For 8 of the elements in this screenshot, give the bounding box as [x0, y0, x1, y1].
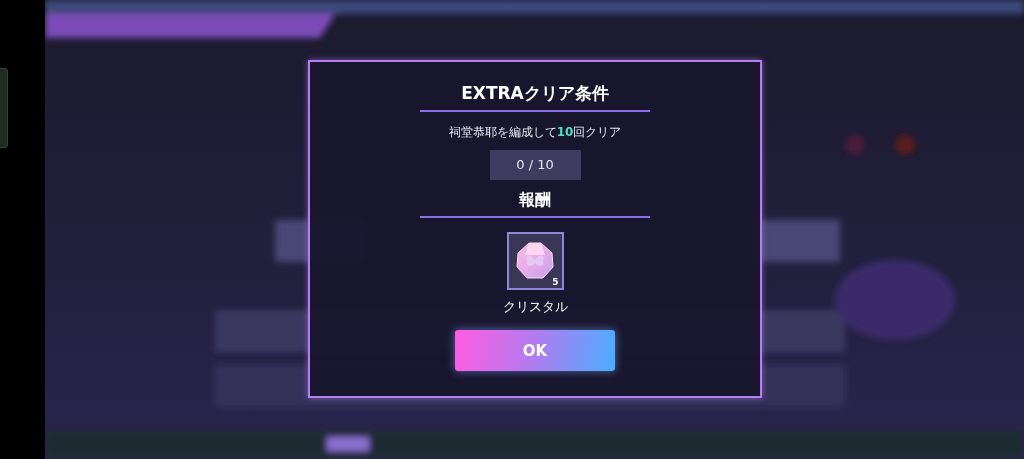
progress-counter: 0 / 10 [489, 150, 581, 180]
dialog-title: EXTRAクリア条件 [420, 82, 650, 112]
reward-name: クリスタル [502, 298, 568, 316]
crystal-icon [515, 241, 555, 281]
item-count: 5 [552, 277, 559, 287]
reward-heading: 報酬 [420, 190, 650, 218]
condition-text: 祠堂恭耶を編成して10回クリア [448, 124, 622, 141]
reward-slot[interactable]: 5 [506, 232, 564, 290]
